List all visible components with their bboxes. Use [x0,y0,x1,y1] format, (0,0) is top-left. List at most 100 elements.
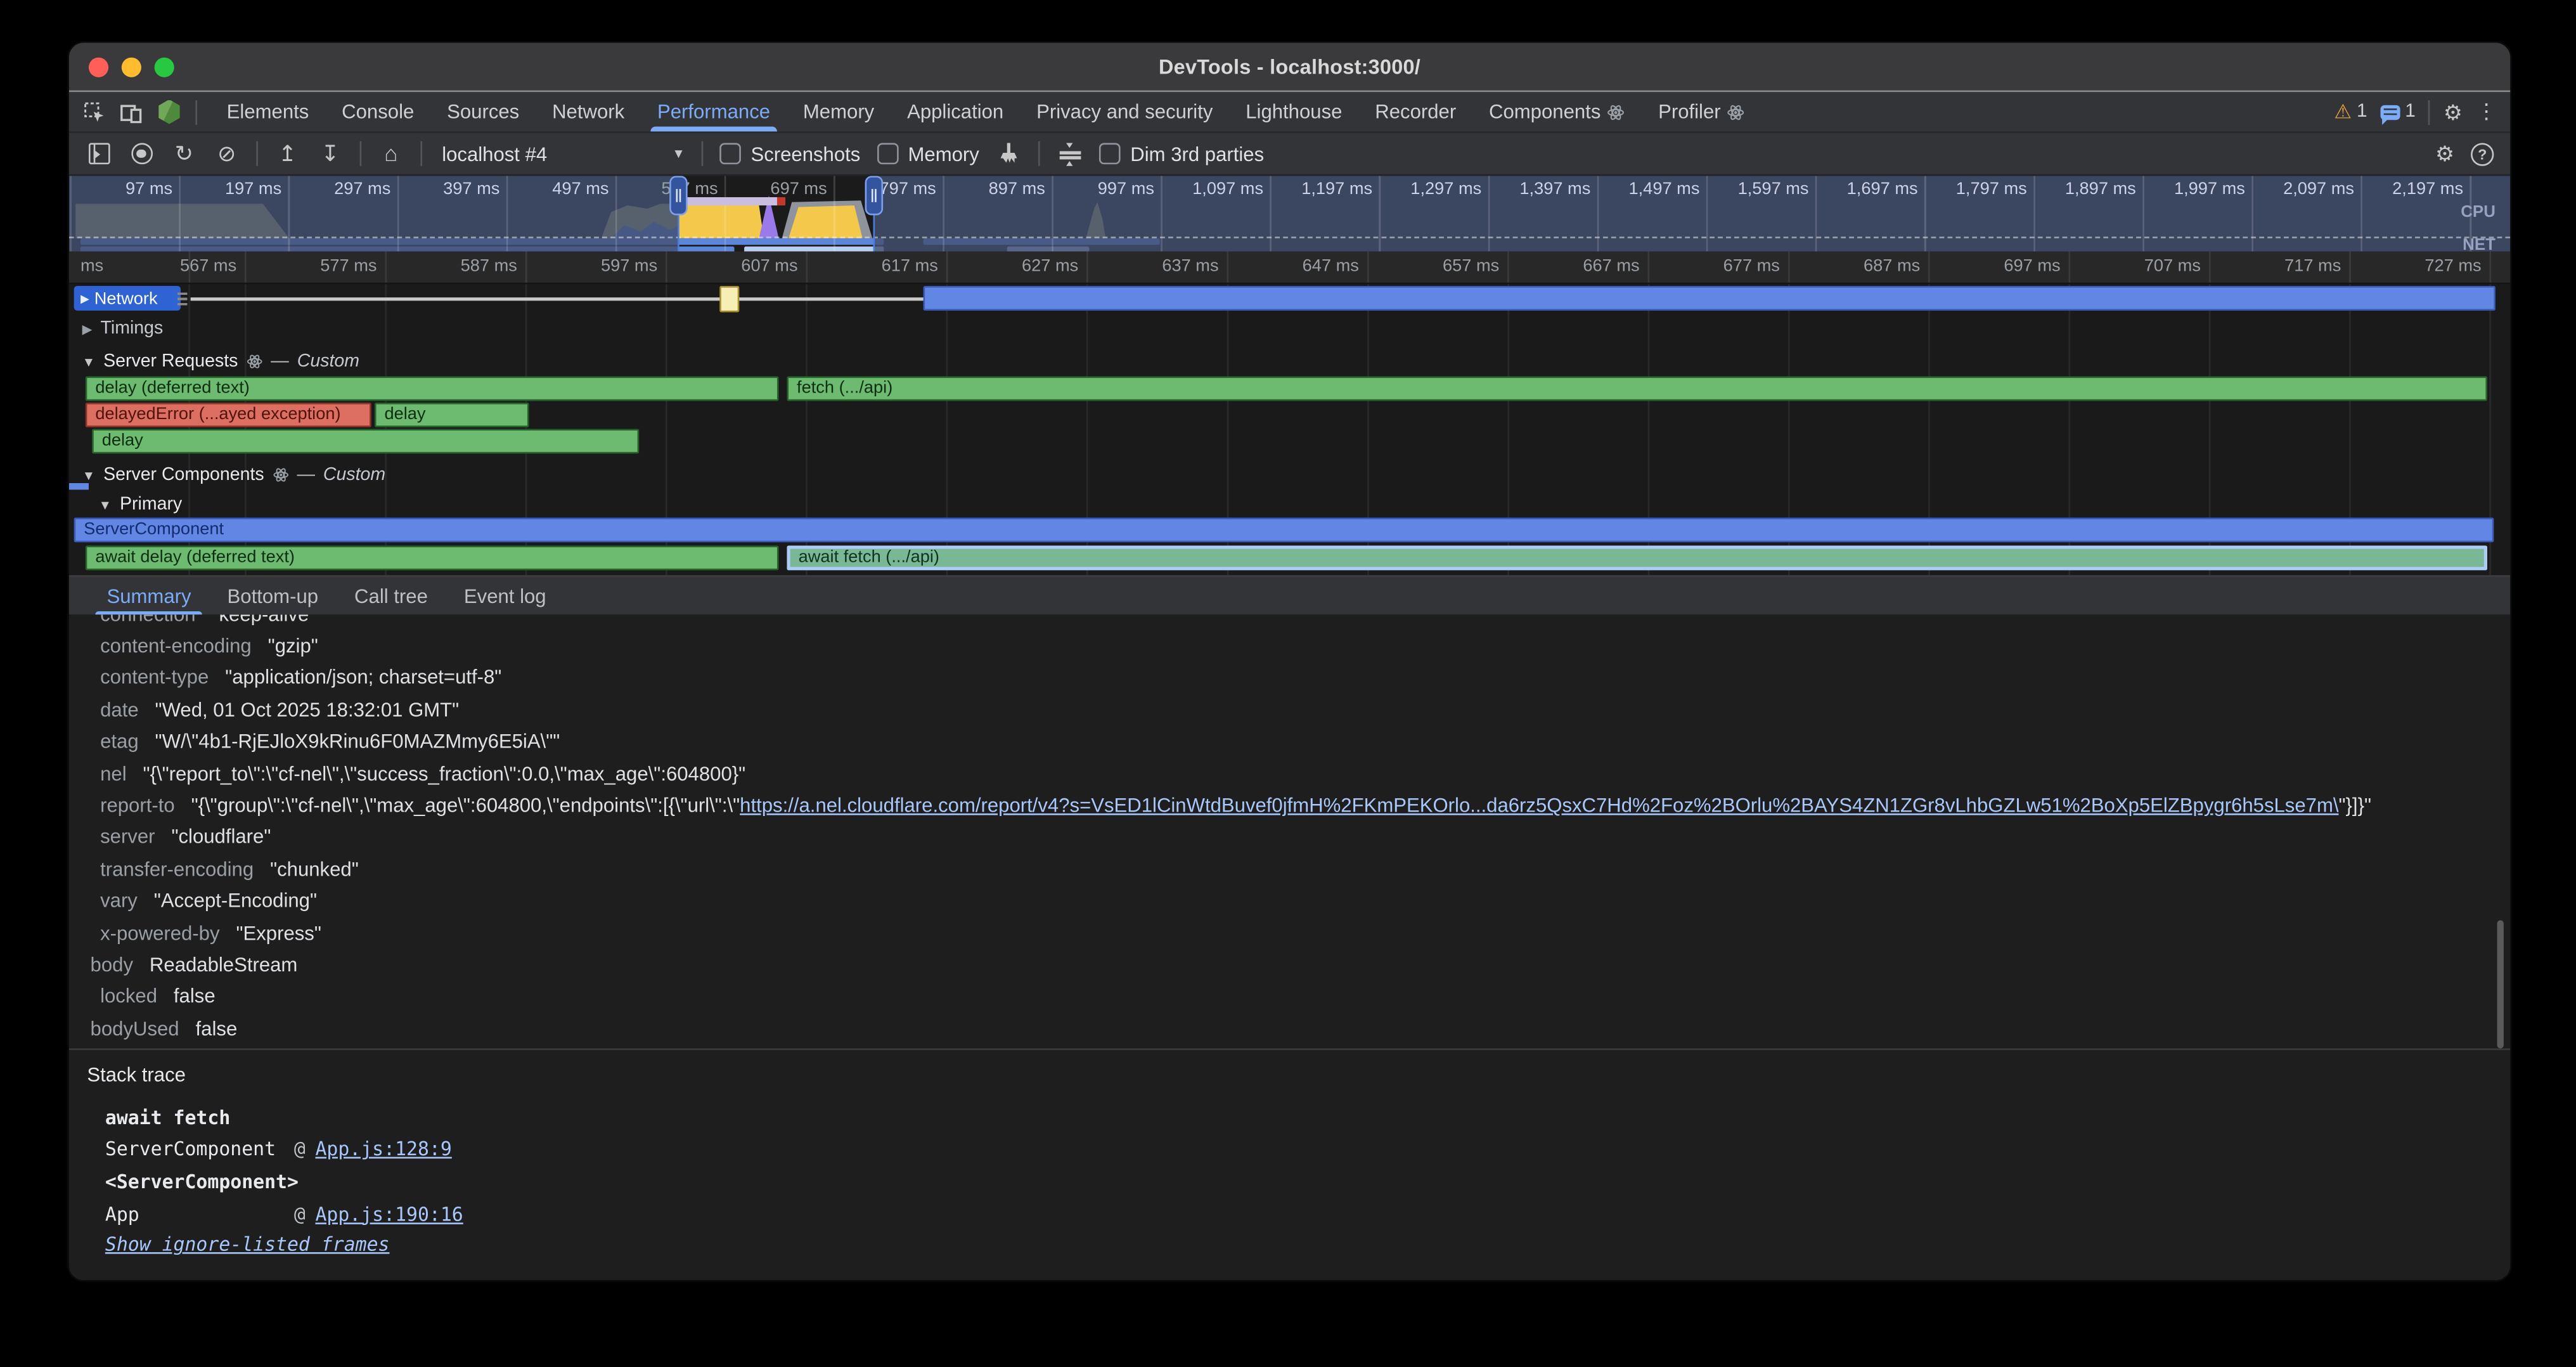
help-icon[interactable]: ? [2471,142,2494,165]
property-name: body [91,953,133,976]
tab-memory[interactable]: Memory [787,92,891,131]
garbage-collect-icon[interactable] [996,141,1022,167]
ruler-tick-label: 707 ms [2144,256,2209,276]
timeline-entry-delay-deferred-text[interactable]: delay (deferred text) [86,377,779,401]
dim-3rd-parties-checkbox[interactable]: Dim 3rd parties [1099,142,1264,165]
window-right-handle[interactable] [865,176,884,215]
download-profile-icon[interactable]: ↧ [317,141,343,167]
frame-source-link[interactable]: App.js:128:9 [315,1138,451,1161]
minimize-window-button[interactable] [122,58,141,77]
settings-gear-icon[interactable]: ⚙ [2444,101,2463,122]
inspect-element-icon[interactable] [84,101,105,122]
overview-tick-label: 697 ms [770,179,834,199]
ruler-tick-label: 667 ms [1583,256,1647,276]
ruler-tick-label: 647 ms [1303,256,1367,276]
timings-track[interactable]: ▶ Timings [69,314,2510,344]
react-atom-icon [1727,103,1746,121]
tab-recorder[interactable]: Recorder [1358,92,1472,131]
timeline-entry-delay[interactable]: delay [92,429,639,453]
property-name: vary [100,890,138,912]
tab-components[interactable]: Components [1472,92,1642,131]
tab-label: Elements [227,100,309,123]
more-options-icon[interactable]: ⋮ [2476,99,2497,125]
ruler-tick-label: 597 ms [601,256,666,276]
timeline-entry-delay[interactable]: delay [375,403,529,427]
server-requests-row: delay (deferred text) fetch (.../api) [69,377,2510,403]
timeline-entry-servercomponent[interactable]: ServerComponent [74,517,2494,542]
checkbox-icon [719,143,741,164]
triangle-down-icon: ▼ [82,467,96,482]
primary-group-row[interactable]: ▼ Primary [69,491,2510,517]
tab-profiler[interactable]: Profiler [1642,92,1761,131]
frame-source-link[interactable]: App.js:190:16 [315,1202,463,1225]
tab-call-tree[interactable]: Call tree [337,577,446,615]
home-live-metrics-icon[interactable]: ⌂ [378,141,404,167]
track-resize-grip[interactable] [177,292,188,306]
summary-scroll-area[interactable]: connection"keep-alive"content-encoding"g… [69,614,2510,1048]
tab-label: Privacy and security [1036,100,1213,123]
toggle-sidebar-icon[interactable] [86,141,112,167]
timeline-entry-delayederror-ayed-exception[interactable]: delayedError (...ayed exception) [86,403,371,427]
timeline-ruler[interactable]: ms567 ms577 ms587 ms597 ms607 ms617 ms62… [69,252,2510,285]
timeline-overview[interactable]: 97 ms197 ms297 ms397 ms497 ms597 ms697 m… [69,176,2510,251]
server-requests-row: delayedError (...ayed exception)delay [69,403,2510,429]
timeline-entry[interactable] [924,286,2496,311]
divider [1038,141,1040,166]
close-window-button[interactable] [89,58,108,77]
record-button[interactable] [128,141,154,167]
divider [421,141,423,166]
tab-elements[interactable]: Elements [210,92,326,131]
upload-profile-icon[interactable]: ↥ [274,141,300,167]
screenshots-checkbox[interactable]: Screenshots [719,142,860,165]
tab-bottom-up[interactable]: Bottom-up [209,577,337,615]
overview-tick-label: 197 ms [225,179,288,199]
triangle-down-icon: ▼ [82,354,96,369]
warnings-badge[interactable]: ⚠ 1 [2334,102,2367,122]
tab-event-log[interactable]: Event log [446,577,564,615]
overview-tick-label: 797 ms [880,179,943,199]
tab-lighthouse[interactable]: Lighthouse [1229,92,1358,131]
window-left-handle[interactable] [669,176,688,215]
shrink-timeline-icon[interactable] [1057,141,1083,167]
track-color-chip [69,483,89,489]
record-and-reload-icon[interactable]: ↻ [171,141,197,167]
network-track[interactable]: ▶ Network [69,284,2510,314]
report-endpoint-link[interactable]: https://a.nel.cloudflare.com/report/v4?s… [740,794,2338,817]
panel-tabs: Elements ConsoleSourcesNetworkPerformance… [210,92,1762,131]
ruler-tick-label: 697 ms [2004,256,2068,276]
network-track-label[interactable]: ▶ Network [74,286,181,311]
overview-tick-label: 1,397 ms [1519,179,1597,199]
react-atom-icon [273,467,289,483]
property-name: locked [100,985,157,1007]
memory-checkbox[interactable]: Memory [877,142,979,165]
tab-performance[interactable]: Performance [641,92,787,131]
server-components-track-header[interactable]: ▼ Server Components — Custom [69,460,2510,490]
tab-console[interactable]: Console [325,92,430,131]
property-value: "{\"group\":\"cf-nel\",\"max_age\":60480… [191,794,2371,817]
zoom-window-button[interactable] [155,58,174,77]
property-name: report-to [100,794,175,817]
overview-tick-label: 1,697 ms [1847,179,1924,199]
issues-badge[interactable]: 1 [2380,102,2415,122]
scrollbar-thumb[interactable] [2497,920,2504,1048]
tab-network[interactable]: Network [536,92,641,131]
nodejs-icon[interactable] [158,100,181,124]
clear-recording-icon[interactable]: ⊘ [214,141,240,167]
timeline-entry[interactable] [719,286,739,312]
property-row-server: server"cloudflare" [69,821,2510,853]
device-toolbar-icon[interactable] [120,101,143,122]
tab-summary[interactable]: Summary [89,577,209,615]
capture-settings-gear-icon[interactable]: ⚙ [2435,143,2454,164]
overview-tick-label: 297 ms [334,179,397,199]
timeline-entry-fetch-api[interactable]: fetch (.../api) [787,377,2487,401]
property-row-content-encoding: content-encoding"gzip" [69,630,2510,662]
tab-privacy-and-security[interactable]: Privacy and security [1020,92,1229,131]
timeline-entry-await-fetch-api[interactable]: await fetch (.../api) [787,545,2487,570]
tab-sources[interactable]: Sources [430,92,536,131]
property-value: "cloudflare" [171,826,271,848]
server-requests-track-header[interactable]: ▼ Server Requests — Custom [69,347,2510,377]
history-dropdown[interactable]: localhost #4 ▼ [439,142,685,165]
show-ignore-listed-frames-link[interactable]: Show ignore-listed frames [105,1233,390,1256]
tab-application[interactable]: Application [891,92,1020,131]
timeline-entry-await-delay-deferred-text[interactable]: await delay (deferred text) [86,545,779,570]
